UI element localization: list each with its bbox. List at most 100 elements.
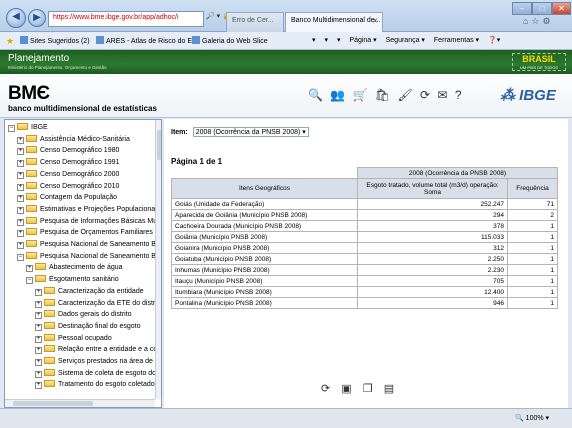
tree-item[interactable]: + Caracterização da ETE do distrit — [35, 298, 159, 309]
close-tab-icon[interactable]: ✕ — [372, 17, 378, 25]
tab-bme[interactable]: Banco Multidimensional de... ✕ — [285, 12, 383, 32]
expand-toggle-icon[interactable]: − — [8, 125, 15, 132]
browser-titlebar: ◀ ▶ https://www.bme.ibge.gov.br/app/adho… — [0, 0, 572, 32]
print-menu[interactable]: ▾ — [337, 37, 341, 44]
expand-toggle-icon[interactable]: + — [17, 242, 24, 249]
tree-item[interactable]: + Sistema de coleta de esgoto do — [35, 368, 156, 379]
tree-item[interactable]: + Censo Demográfico 2010 — [17, 181, 119, 192]
tree-horizontal-scrollbar[interactable] — [5, 399, 155, 407]
tree-item[interactable]: + Assistência Médico-Sanitária — [17, 134, 130, 145]
zoom-control[interactable]: 🔍 100% ▾ — [515, 414, 549, 422]
tree-item[interactable]: + Censo Demográfico 1991 — [17, 157, 119, 168]
tree-item[interactable]: − Esgotamento sanitário — [26, 274, 119, 285]
expand-toggle-icon[interactable]: + — [17, 218, 24, 226]
expand-toggle-icon[interactable]: + — [35, 312, 42, 320]
expand-toggle-icon[interactable]: + — [26, 265, 33, 273]
tree-item[interactable]: + Abastecimento de água — [26, 262, 123, 273]
expand-toggle-icon[interactable]: + — [17, 195, 24, 203]
refresh-icon[interactable]: ⟳ — [420, 88, 430, 102]
tree-item[interactable]: + Censo Demográfico 2000 — [17, 169, 119, 180]
tree-item[interactable]: + Dados gerais do distrito — [35, 309, 132, 320]
refresh-icon[interactable]: ⟳ — [321, 383, 330, 395]
tree-item-label: Censo Demográfico 1991 — [40, 159, 120, 167]
expand-toggle-icon[interactable]: + — [35, 359, 42, 366]
tools-menu[interactable]: Ferramentas ▾ — [434, 37, 479, 44]
table-cell-value: 12.400 — [357, 286, 508, 298]
tree-item-label: Contagem da População — [40, 194, 118, 202]
tree-item[interactable]: + Contagem da População — [17, 192, 117, 203]
address-bar[interactable]: https://www.bme.ibge.gov.br/app/adhoc/i — [48, 11, 204, 27]
table-cell-freq: 71 — [507, 198, 558, 210]
expand-toggle-icon[interactable]: + — [17, 206, 24, 214]
folder-icon — [26, 193, 37, 201]
feeds-menu[interactable]: ▾ — [324, 37, 328, 44]
item-select[interactable]: 2008 (Ocorrência da PNSB 2008) ▾ — [192, 127, 309, 137]
cart-icon[interactable]: 🛒 — [353, 88, 368, 102]
search-icon[interactable]: 🔍 — [308, 88, 323, 102]
security-menu[interactable]: Segurança ▾ — [386, 37, 425, 44]
bme-subtitle: banco multidimensional de estatísticas — [8, 104, 157, 113]
help-menu[interactable]: ❓▾ — [488, 37, 500, 44]
table-row: Goiânia (Município PNSB 2008) 115.033 1 — [171, 231, 558, 243]
expand-toggle-icon[interactable]: + — [17, 160, 24, 168]
expand-toggle-icon[interactable]: + — [17, 148, 24, 156]
expand-toggle-icon[interactable]: + — [35, 370, 42, 378]
favorite-web-slice[interactable]: Galeria do Web Slice — [192, 36, 268, 45]
close-window-button[interactable]: ✕ — [552, 2, 571, 15]
expand-toggle-icon[interactable]: + — [35, 335, 42, 343]
help-icon[interactable]: ? — [455, 88, 462, 102]
expand-toggle-icon[interactable]: + — [35, 347, 42, 355]
tree-item-label: Sistema de coleta de esgoto do — [58, 369, 157, 377]
expand-toggle-icon[interactable]: + — [35, 300, 42, 308]
save-icon[interactable]: ▣ — [341, 383, 351, 395]
favorite-sites-sugeridos[interactable]: Sites Sugeridos (2) — [20, 36, 90, 45]
tree-item[interactable]: + Pessoal ocupado — [35, 333, 112, 344]
expand-toggle-icon[interactable]: + — [17, 183, 24, 191]
tree-item[interactable]: + Pesquisa de Orçamentos Familiares - — [17, 227, 157, 238]
brasil-logo[interactable]: BRASIL UM PAÍS DE TODOS — [512, 53, 566, 71]
tab-error[interactable]: Erro de Cer... — [226, 12, 284, 32]
copy-icon[interactable]: ❐ — [363, 383, 373, 395]
tree-item[interactable]: + Relação entre a entidade e a cor — [35, 344, 160, 355]
table-cell-value: 2.230 — [357, 264, 508, 276]
favorite-ares[interactable]: ARES - Atlas de Risco do E... — [96, 36, 198, 45]
forward-button[interactable]: ▶ — [28, 9, 46, 27]
ibge-logo[interactable]: ⁂ IBGE — [500, 86, 566, 106]
tree-vertical-scrollbar[interactable] — [155, 120, 161, 399]
expand-toggle-icon[interactable]: − — [17, 253, 24, 261]
table-cell-freq: 1 — [507, 220, 558, 232]
expand-toggle-icon[interactable]: + — [17, 230, 24, 238]
tree-item[interactable]: + Pesquisa de Informações Básicas Mun — [17, 216, 161, 227]
table-row: Aparecida de Goiânia (Município PNSB 200… — [171, 209, 558, 221]
people-icon[interactable]: 👥 — [330, 88, 345, 102]
tree-item[interactable]: − IBGE — [8, 122, 48, 133]
tree-item[interactable]: + Caracterização da entidade — [35, 286, 144, 297]
table-cell-value: 705 — [357, 275, 508, 287]
favorites-star-icon[interactable]: ★ — [6, 36, 16, 47]
tree-item[interactable]: + Serviços prestados na área de a — [35, 356, 159, 367]
expand-toggle-icon[interactable]: + — [35, 382, 42, 390]
table-icon[interactable]: ▤ — [384, 383, 394, 395]
home-menu[interactable]: ▾ — [312, 37, 316, 44]
paint-icon[interactable]: 🖌 — [397, 88, 412, 102]
mail-icon[interactable]: ✉ — [437, 88, 447, 102]
maximize-button[interactable]: □ — [532, 2, 552, 15]
expand-toggle-icon[interactable]: + — [35, 323, 42, 331]
expand-toggle-icon[interactable]: + — [17, 136, 24, 144]
expand-toggle-icon[interactable]: − — [26, 277, 33, 285]
minimize-button[interactable]: – — [512, 2, 532, 15]
page-menu[interactable]: Página ▾ — [349, 37, 376, 44]
tree-item[interactable]: + Estimativas e Projeções Populacionais — [17, 204, 160, 215]
tree-item[interactable]: − Pesquisa Nacional de Saneamento Bá — [17, 251, 160, 262]
back-button[interactable]: ◀ — [6, 8, 26, 28]
table-cell-name: Itumbiara (Município PNSB 2008) — [171, 286, 358, 298]
expand-toggle-icon[interactable]: + — [35, 288, 42, 296]
tree-item[interactable]: + Tratamento do esgoto coletado — [35, 379, 155, 390]
tree-item[interactable]: + Censo Demográfico 1980 — [17, 145, 119, 156]
expand-toggle-icon[interactable]: + — [17, 171, 24, 179]
tree-item-label: Destinação final do esgoto — [58, 322, 141, 330]
home-star-gear-icons[interactable]: ⌂☆⚙ — [523, 16, 554, 27]
tree-item[interactable]: + Pesquisa Nacional de Saneamento Bá — [17, 239, 160, 250]
tree-item[interactable]: + Destinação final do esgoto — [35, 321, 141, 332]
cart-add-icon[interactable]: 🛍 — [375, 88, 390, 102]
